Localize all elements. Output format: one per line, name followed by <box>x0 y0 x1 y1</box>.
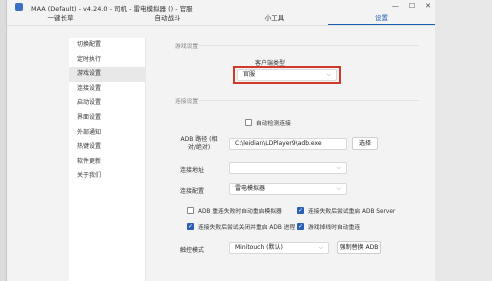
sidebar-item-startup[interactable]: 启动设置 <box>69 96 145 111</box>
window-title: MAA (Default) - v4.24.0 - 司机 - 雷电模拟器 () … <box>31 5 193 13</box>
tab-settings[interactable]: 设置 <box>328 13 435 25</box>
check-icon: ✓ <box>297 223 304 230</box>
main-window: MAA (Default) - v4.24.0 - 司机 - 雷电模拟器 () … <box>6 0 436 281</box>
app-icon <box>15 3 23 11</box>
highlight-frame <box>233 66 341 84</box>
divider <box>199 100 419 101</box>
select-adb-button[interactable]: 选择 <box>352 137 378 150</box>
minimize-icon[interactable]: — <box>392 2 399 10</box>
sidebar-item-game-settings[interactable]: 游戏设置 <box>69 67 145 82</box>
restart-emulator-label: ADB 重连失败时自动重启模拟器 <box>198 209 282 215</box>
tab-bar: 一键长草 自动战斗 小工具 设置 <box>7 13 435 26</box>
tab-tools[interactable]: 小工具 <box>221 13 328 25</box>
sidebar-item-ui[interactable]: 界面设置 <box>69 111 145 126</box>
tab-auto-battle[interactable]: 自动战斗 <box>114 13 221 25</box>
connection-config-select[interactable]: 雷电模拟器 ⌵ <box>229 183 347 195</box>
restart-adb-server-label: 连接失败后尝试重启 ADB Server <box>308 209 396 215</box>
sidebar-item-connection[interactable]: 连接设置 <box>69 82 145 97</box>
settings-content: 游戏设置 客户端类型 官服 ⌵ 连接设置 自动检测连接 ADB 路径 (相对/绝… <box>147 38 435 281</box>
adb-path-input[interactable]: C:\leidian\LDPlayer9\adb.exe <box>229 138 347 150</box>
chevron-down-icon: ⌵ <box>336 164 341 171</box>
replace-adb-button[interactable]: 强制替换 ADB <box>337 241 381 254</box>
checkbox-box <box>245 119 252 126</box>
sidebar-item-schedule[interactable]: 定时执行 <box>69 53 145 68</box>
restart-adb-server-checkbox[interactable]: ✓ 连接失败后尝试重启 ADB Server <box>297 206 395 215</box>
divider <box>199 45 419 46</box>
adb-path-label: ADB 路径 (相对/绝对) <box>180 136 218 151</box>
connection-address-input[interactable]: ⌵ <box>229 162 347 174</box>
background-area <box>435 0 492 281</box>
chevron-down-icon: ⌵ <box>336 185 341 192</box>
auto-reconnect-label: 游戏掉线时自动重连 <box>308 225 361 231</box>
connection-config-label: 连接配置 <box>180 188 205 195</box>
settings-sidebar: 切换配置 定时执行 游戏设置 连接设置 启动设置 界面设置 外部通知 热键设置 … <box>69 38 146 281</box>
tab-farming[interactable]: 一键长草 <box>7 13 114 25</box>
auto-detect-label: 自动检测连接 <box>256 121 291 127</box>
connection-address-label: 连接地址 <box>180 167 205 174</box>
chevron-down-icon: ⌵ <box>318 244 323 251</box>
connection-config-value: 雷电模拟器 <box>235 185 266 192</box>
touch-mode-label: 触控模式 <box>180 247 205 254</box>
kill-adb-process-checkbox[interactable]: ✓ 连接失败后尝试关闭并重启 ADB 进程 <box>187 222 295 231</box>
adb-path-value: C:\leidian\LDPlayer9\adb.exe <box>235 140 322 147</box>
sidebar-item-switch-config[interactable]: 切换配置 <box>69 38 145 53</box>
maximize-icon[interactable]: ☐ <box>409 2 415 10</box>
check-icon: ✓ <box>297 207 304 214</box>
kill-adb-process-label: 连接失败后尝试关闭并重启 ADB 进程 <box>198 225 296 231</box>
auto-reconnect-checkbox[interactable]: ✓ 游戏掉线时自动重连 <box>297 222 360 231</box>
restart-emulator-checkbox[interactable]: ADB 重连失败时自动重启模拟器 <box>187 206 282 215</box>
sidebar-item-about[interactable]: 关于我们 <box>69 169 145 184</box>
sidebar-item-notifications[interactable]: 外部通知 <box>69 126 145 141</box>
touch-mode-value: Minitouch (默认) <box>235 244 283 251</box>
sidebar-item-hotkeys[interactable]: 热键设置 <box>69 140 145 155</box>
game-settings-section-title: 游戏设置 <box>175 44 199 50</box>
auto-detect-checkbox[interactable]: 自动检测连接 <box>245 118 291 127</box>
check-icon: ✓ <box>187 223 194 230</box>
sidebar-item-update[interactable]: 软件更新 <box>69 155 145 170</box>
connection-section-title: 连接设置 <box>175 99 199 105</box>
touch-mode-select[interactable]: Minitouch (默认) ⌵ <box>229 242 329 254</box>
checkbox-box <box>187 207 194 214</box>
close-icon[interactable]: ✕ <box>425 2 431 10</box>
title-bar: MAA (Default) - v4.24.0 - 司机 - 雷电模拟器 () … <box>7 0 435 13</box>
